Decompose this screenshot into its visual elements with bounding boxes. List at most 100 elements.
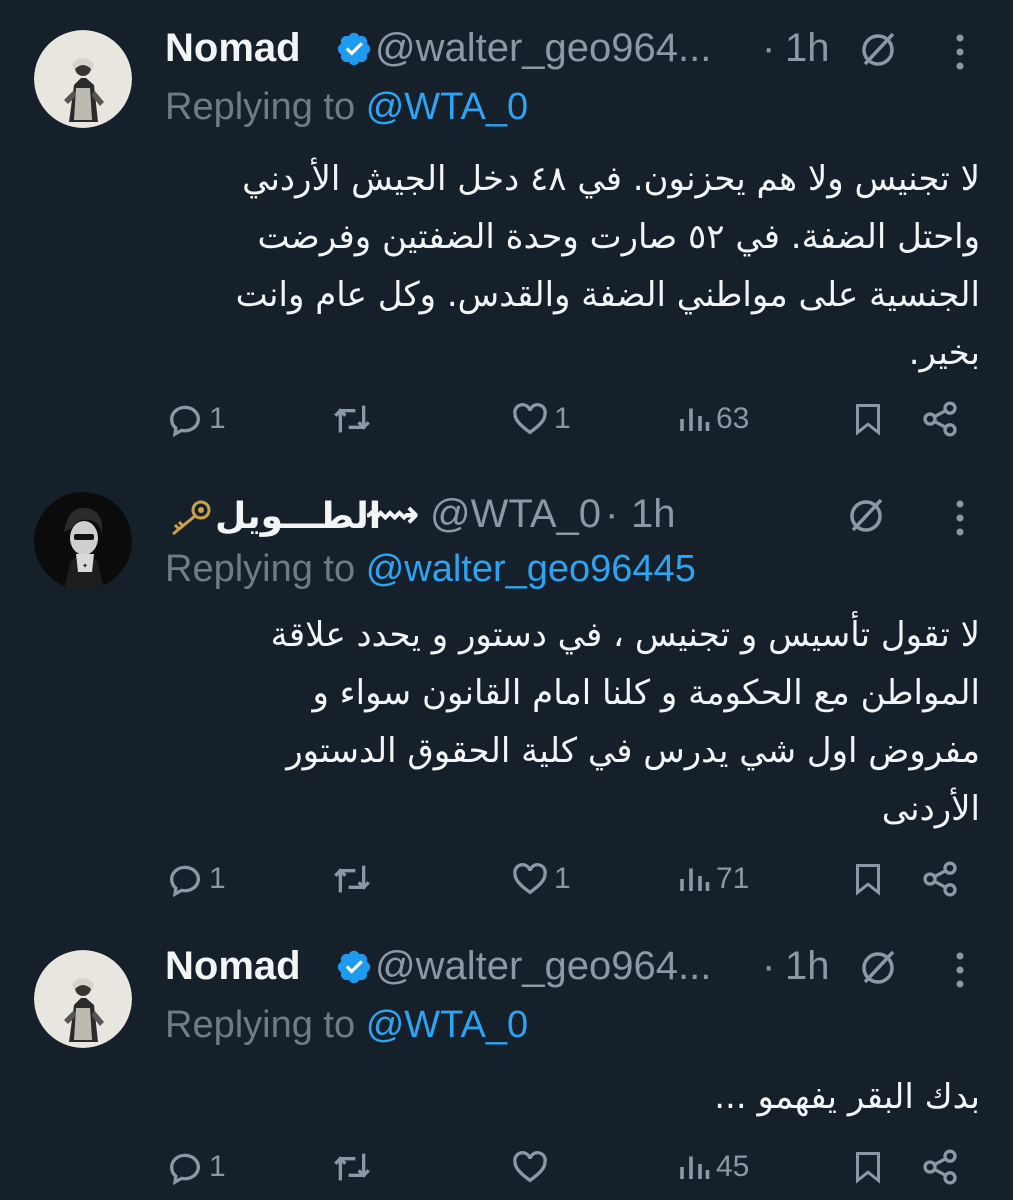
text-line: بدك البقر يفهمو ...: [714, 1077, 980, 1117]
action-bar: 1 45: [0, 1142, 1013, 1192]
views-icon: [680, 868, 710, 891]
replying-label: Replying to: [165, 86, 356, 128]
reply-icon: [170, 1153, 200, 1186]
like-button[interactable]: 1: [510, 854, 571, 904]
share-button[interactable]: [920, 854, 960, 904]
view-count: 71: [716, 862, 750, 895]
mention-link[interactable]: @WTA_0: [366, 86, 528, 128]
timestamp[interactable]: 1h: [785, 944, 830, 989]
reply-button[interactable]: 1: [165, 394, 226, 444]
view-count: 63: [716, 402, 750, 435]
share-button[interactable]: [920, 1142, 960, 1192]
svg-text:✦: ✦: [82, 562, 88, 570]
share-icon: [923, 1149, 957, 1185]
views-icon: [680, 408, 710, 431]
retweet-icon: [334, 1153, 370, 1181]
text-line: مفروض اول شي يدرس في كلية الحقوق الدستور: [286, 731, 980, 771]
like-button[interactable]: 1: [510, 394, 571, 444]
retweet-button[interactable]: [330, 394, 378, 444]
text-line: الجنسية على مواطني الضفة والقدس. وكل عام…: [235, 275, 980, 315]
separator-dot: ·: [762, 26, 776, 70]
bookmark-button[interactable]: [850, 1142, 886, 1192]
like-count: 1: [554, 862, 571, 895]
like-icon: [513, 863, 547, 895]
retweet-button[interactable]: [330, 854, 378, 904]
verified-badge-icon: [337, 950, 371, 984]
mention-link[interactable]: @walter_geo96445: [366, 548, 696, 590]
display-name[interactable]: الطـــويل: [215, 496, 381, 537]
tweet-header: الطـــويل ⟿ @WTA_0 · 1h: [165, 492, 993, 542]
text-line: بخير.: [908, 333, 980, 373]
retweet-button[interactable]: [330, 1142, 378, 1192]
views-button[interactable]: 45: [676, 1142, 749, 1192]
text-line: لا تجنيس ولا هم يحزنون. في ٤٨ دخل الجيش …: [242, 159, 980, 199]
mention-link[interactable]: @WTA_0: [366, 1004, 528, 1046]
replying-label: Replying to: [165, 548, 356, 590]
action-bar: 1 1 71: [0, 854, 1013, 904]
bookmark-icon: [856, 864, 880, 896]
name-decoration: ⟿: [365, 494, 420, 536]
text-line: لا تقول تأسيس و تجنيس ، في دستور و يحدد …: [270, 615, 980, 655]
bookmark-icon: [856, 1152, 880, 1184]
replying-to: Replying to @walter_geo96445: [165, 548, 696, 591]
display-name[interactable]: Nomad: [165, 26, 301, 71]
reply-button[interactable]: 1: [165, 1142, 226, 1192]
replying-to: Replying to @WTA_0: [165, 1004, 528, 1047]
like-count: 1: [554, 402, 571, 435]
more-vertical-icon[interactable]: [953, 32, 967, 72]
replying-to: Replying to @WTA_0: [165, 86, 528, 129]
no-entry-icon[interactable]: [845, 494, 887, 536]
tweet-header: Nomad @walter_geo964... · 1h: [165, 944, 993, 994]
text-line: الأردنى: [881, 789, 980, 829]
bookmark-icon: [856, 404, 880, 436]
more-vertical-icon[interactable]: [953, 498, 967, 538]
reply-button[interactable]: 1: [165, 854, 226, 904]
reply-count: 1: [209, 1150, 226, 1183]
text-line: واحتل الضفة. في ٥٢ صارت وحدة الضفتين وفر…: [257, 217, 980, 257]
tweet-header: Nomad @walter_geo964... · 1h: [165, 26, 993, 76]
timestamp[interactable]: 1h: [785, 26, 830, 71]
views-button[interactable]: 63: [676, 394, 749, 444]
separator-dot: ·: [605, 492, 619, 536]
views-icon: [680, 1156, 710, 1179]
no-entry-icon[interactable]: [857, 946, 899, 988]
text-line: المواطن مع الحكومة و كلنا امام القانون س…: [312, 673, 980, 713]
view-count: 45: [716, 1150, 750, 1183]
tweet[interactable]: ✦ الطـــويل ⟿ @WTA_0 · 1h Replying to @w…: [0, 470, 1013, 930]
reply-icon: [170, 865, 200, 898]
replying-label: Replying to: [165, 1004, 356, 1046]
tweet-text: لا تقول تأسيس و تجنيس ، في دستور و يحدد …: [165, 606, 980, 838]
handle[interactable]: @walter_geo964...: [375, 26, 711, 71]
verified-badge-icon: [337, 32, 371, 66]
tweet-text: لا تجنيس ولا هم يحزنون. في ٤٨ دخل الجيش …: [165, 150, 980, 382]
tweet-text: بدك البقر يفهمو ...: [165, 1068, 980, 1126]
share-icon: [923, 861, 957, 897]
like-button[interactable]: [510, 1142, 554, 1192]
avatar[interactable]: ✦: [34, 492, 132, 590]
timestamp[interactable]: 1h: [631, 492, 676, 537]
handle[interactable]: @walter_geo964...: [375, 944, 711, 989]
avatar[interactable]: [34, 30, 132, 128]
handle[interactable]: @WTA_0: [430, 492, 601, 537]
action-bar: 1 1 63: [0, 394, 1013, 444]
more-vertical-icon[interactable]: [953, 950, 967, 990]
key-icon: [172, 500, 211, 536]
retweet-icon: [334, 865, 370, 893]
tweet[interactable]: Nomad @walter_geo964... · 1h Replying to…: [0, 930, 1013, 1200]
no-entry-icon[interactable]: [857, 28, 899, 70]
bookmark-button[interactable]: [850, 854, 886, 904]
retweet-icon: [334, 405, 370, 433]
share-button[interactable]: [920, 394, 960, 444]
share-icon: [923, 401, 957, 437]
reply-count: 1: [209, 862, 226, 895]
bookmark-button[interactable]: [850, 394, 886, 444]
like-icon: [513, 1151, 547, 1183]
separator-dot: ·: [762, 944, 776, 988]
views-button[interactable]: 71: [676, 854, 749, 904]
reply-icon: [170, 405, 200, 438]
like-icon: [513, 403, 547, 435]
tweet[interactable]: Nomad @walter_geo964... · 1h Replying to…: [0, 0, 1013, 470]
display-name[interactable]: Nomad: [165, 944, 301, 989]
reply-count: 1: [209, 402, 226, 435]
avatar[interactable]: [34, 950, 132, 1048]
